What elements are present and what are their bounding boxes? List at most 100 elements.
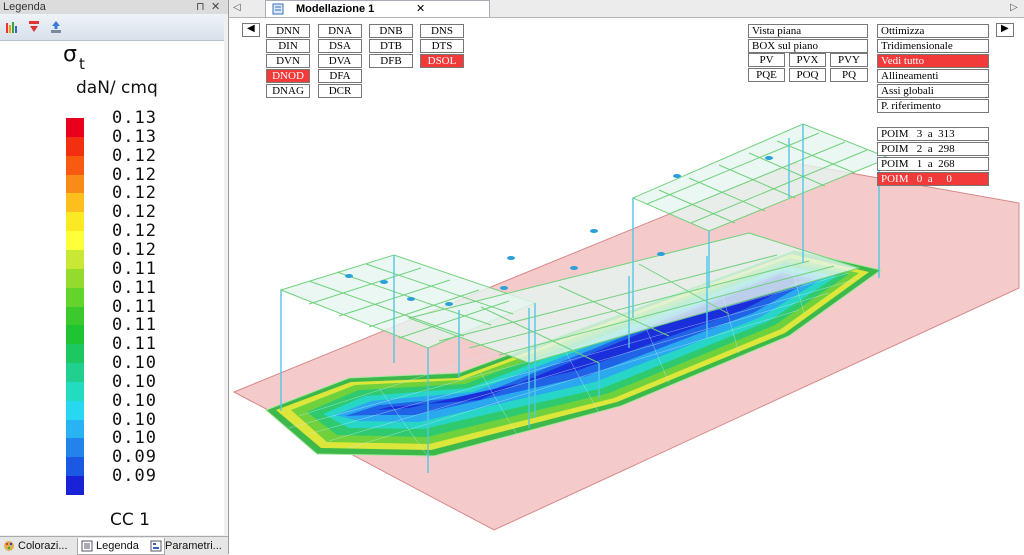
toggle-dfb-button[interactable]: DFB: [369, 54, 413, 68]
toggle-dnn-button[interactable]: DNN: [266, 24, 310, 38]
red-filter-icon[interactable]: [27, 20, 41, 34]
legend-panel: Legenda ⊓ ✕ σ t daN/ cmq 0.13 0.13 0.12 0.1…: [0, 0, 229, 555]
toggle-dsa-button[interactable]: DSA: [318, 39, 362, 53]
nav-prev-button[interactable]: ◀: [242, 23, 260, 37]
scale-value: 0.10: [112, 390, 157, 411]
scale-swatch: [66, 136, 84, 156]
nav-next-button[interactable]: ▶: [996, 23, 1014, 37]
stress-subscript: t: [79, 55, 85, 73]
scale-value: 0.12: [112, 221, 157, 242]
scale-value: 0.10: [112, 428, 157, 449]
scale-value: 0.12: [112, 145, 157, 166]
scale-value: 0.11: [112, 258, 157, 279]
view-mode-button[interactable]: P. riferimento: [877, 99, 989, 113]
scale-swatch: [66, 438, 84, 458]
scale-swatch: [66, 268, 84, 288]
toggle-din-button[interactable]: DIN: [266, 39, 310, 53]
legend-title: Legenda: [3, 1, 46, 13]
scale-swatch: [66, 400, 84, 420]
scale-swatch: [66, 363, 84, 383]
legend-body: σ t daN/ cmq 0.13 0.13 0.12 0.12 0.12 0.12 0.1…: [0, 41, 224, 535]
scale-swatch: [66, 231, 84, 251]
arrow-right-icon: ▶: [1001, 23, 1009, 34]
palette-icon: [4, 541, 14, 551]
arrow-left-icon: ◀: [247, 23, 255, 34]
poim-level-button[interactable]: POIM 3 a 313: [877, 127, 989, 141]
poim-level-button[interactable]: POIM 2 a 298: [877, 142, 989, 156]
tab-modellazione[interactable]: Modellazione 1 ✕: [265, 0, 490, 17]
toggle-dvn-button[interactable]: DVN: [266, 54, 310, 68]
scale-value: 0.12: [112, 202, 157, 223]
view-mode-button[interactable]: Ottimizza: [877, 24, 989, 38]
export-icon[interactable]: [49, 20, 63, 34]
box-sul-piano-button[interactable]: BOX sul piano: [748, 39, 868, 53]
scale-swatch: [66, 476, 84, 496]
scale-swatch: [66, 306, 84, 326]
parameters-icon: [150, 540, 162, 552]
pqe-button[interactable]: PQE: [748, 68, 785, 82]
view-mode-button[interactable]: Tridimensionale: [877, 39, 989, 53]
scale-swatch: [66, 287, 84, 307]
load-case-label: CC 1: [110, 510, 150, 530]
tab-label: Legenda: [96, 540, 139, 552]
view-mode-button[interactable]: Vedi tutto: [877, 54, 989, 68]
scale-value: 0.10: [112, 371, 157, 392]
toggle-dnb-button[interactable]: DNB: [369, 24, 413, 38]
toggle-dcr-button[interactable]: DCR: [318, 84, 362, 98]
toggle-dts-button[interactable]: DTS: [420, 39, 464, 53]
scale-swatch: [66, 419, 84, 439]
scale-swatch: [66, 118, 84, 137]
scale-value: 0.11: [112, 277, 157, 298]
scale-swatch: [66, 212, 84, 232]
document-tab-bar: ◁ Modellazione 1 ✕ ▷: [229, 0, 1024, 18]
scale-value: 0.10: [112, 353, 157, 374]
toggle-dva-button[interactable]: DVA: [318, 54, 362, 68]
pv-button[interactable]: PV: [748, 53, 785, 67]
stress-symbol: σ: [63, 42, 77, 67]
scale-swatch: [66, 155, 84, 175]
toggle-dtb-button[interactable]: DTB: [369, 39, 413, 53]
toggle-dna-button[interactable]: DNA: [318, 24, 362, 38]
model-document-icon: [272, 3, 284, 15]
document-tab-title: Modellazione 1: [296, 3, 375, 15]
scale-swatch: [66, 457, 84, 477]
toggle-dnag-button[interactable]: DNAG: [266, 84, 310, 98]
scale-swatch: [66, 174, 84, 194]
tab-scroll-right-icon[interactable]: ▷: [1010, 2, 1018, 13]
view-mode-button[interactable]: Assi globali: [877, 84, 989, 98]
poq-button[interactable]: POQ: [789, 68, 826, 82]
scale-value: 0.13: [112, 126, 157, 147]
vista-piana-button[interactable]: Vista piana: [748, 24, 868, 38]
close-tab-icon[interactable]: ✕: [416, 1, 425, 17]
tab-scroll-left-icon[interactable]: ◁: [233, 2, 241, 13]
scale-value: 0.12: [112, 164, 157, 185]
toggle-dnod-button[interactable]: DNOD: [266, 69, 310, 83]
scale-swatch: [66, 193, 84, 213]
toggle-dfa-button[interactable]: DFA: [318, 69, 362, 83]
pq-button[interactable]: PQ: [830, 68, 868, 82]
scale-value: 0.12: [112, 239, 157, 260]
poim-level-button[interactable]: POIM 1 a 268: [877, 157, 989, 171]
scale-value: 0.11: [112, 296, 157, 317]
bottom-tab-bar: Colorazi... Legenda Parametri...: [0, 536, 228, 555]
legend-list-icon: [81, 540, 93, 552]
scale-value: 0.10: [112, 409, 157, 430]
toggle-dsol-button[interactable]: DSOL: [420, 54, 464, 68]
pin-icon[interactable]: ⊓: [196, 0, 205, 14]
scale-value: 0.12: [112, 183, 157, 204]
close-icon[interactable]: ✕: [211, 0, 220, 14]
unit-label: daN/ cmq: [76, 78, 158, 98]
tab-label: Parametri...: [165, 540, 222, 552]
poim-level-button[interactable]: POIM 0 a 0: [877, 172, 989, 186]
legend-title-bar: Legenda ⊓ ✕: [0, 0, 228, 14]
scale-value: 0.11: [112, 315, 157, 336]
legend-toolbar: [0, 14, 224, 41]
pvx-button[interactable]: PVX: [789, 53, 826, 67]
bars-chart-icon[interactable]: [5, 20, 19, 34]
scale-value: 0.09: [112, 447, 157, 468]
model-3d-view[interactable]: ◀ ▶ DNN DNA DNB DNS DIN DSA DTB DTS DVN DVA DFB DSO…: [229, 18, 1024, 554]
scale-value: 0.11: [112, 334, 157, 355]
pvy-button[interactable]: PVY: [830, 53, 868, 67]
view-mode-button[interactable]: Allineamenti: [877, 69, 989, 83]
toggle-dns-button[interactable]: DNS: [420, 24, 464, 38]
